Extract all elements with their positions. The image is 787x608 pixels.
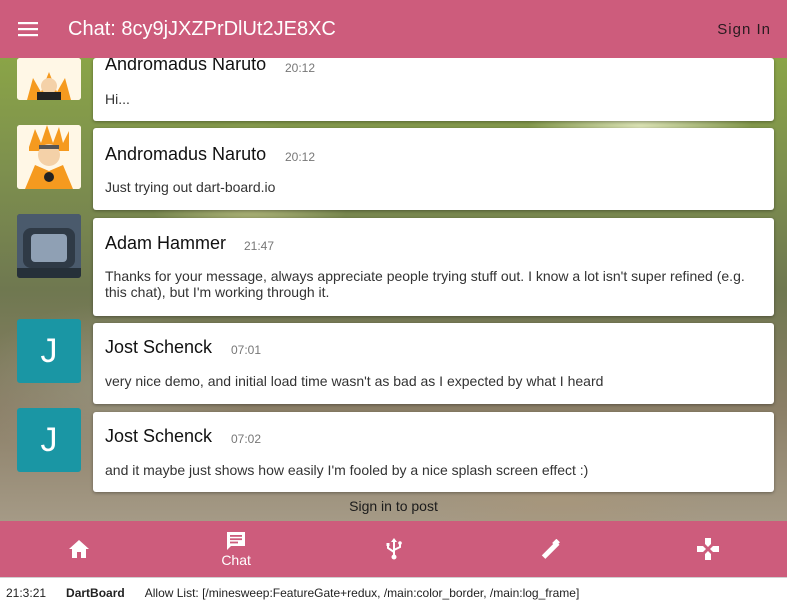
avatar: J [17, 319, 81, 383]
message-time: 07:01 [231, 343, 262, 357]
message-author: Jost Schenck [105, 337, 213, 357]
nav-chat[interactable]: Chat [157, 521, 314, 577]
status-bar: 21:3:21 DartBoard Allow List: [/mineswee… [0, 577, 787, 608]
nav-home[interactable] [0, 521, 157, 577]
message-text: Hi... [105, 91, 130, 107]
wand-icon [541, 539, 560, 559]
message-time: 07:02 [231, 432, 262, 446]
nav-usb[interactable] [315, 521, 472, 577]
message-card: Jost Schenck 07:01 very nice demo, and i… [93, 323, 774, 404]
sign-in-to-post-link[interactable]: Sign in to post [0, 498, 787, 514]
message-card: Jost Schenck 07:02 and it maybe just sho… [93, 412, 774, 492]
status-app-name: DartBoard [66, 586, 125, 600]
sign-in-button[interactable]: Sign In [717, 21, 771, 38]
home-icon [68, 540, 89, 558]
usb-icon [386, 538, 402, 560]
message-time: 21:47 [244, 239, 275, 253]
message-author: Jost Schenck [105, 426, 213, 446]
nav-chat-label: Chat [221, 551, 251, 568]
naruto-avatar [17, 125, 81, 189]
message-card: Adam Hammer 21:47 Thanks for your messag… [93, 218, 774, 316]
chat-background: Andromadus Naruto 20:12 Hi... Andromadus… [0, 58, 787, 521]
status-allow-list: Allow List: [/minesweep:FeatureGate+redu… [144, 586, 580, 600]
chat-icon [227, 531, 246, 550]
message-text: Thanks for your message, always apprecia… [105, 268, 745, 300]
message-author: Adam Hammer [105, 233, 227, 253]
adam-avatar [17, 214, 81, 278]
message-card: Andromadus Naruto 20:12 Hi... [93, 58, 774, 121]
menu-icon [18, 22, 38, 37]
message-text: and it maybe just shows how easily I'm f… [105, 462, 589, 478]
nav-gamepad[interactable] [630, 521, 787, 577]
nav-wand[interactable] [472, 521, 629, 577]
app-bar: Chat: 8cy9jJXZPrDlUt2JE8XC Sign In [0, 0, 787, 58]
avatar: J [17, 408, 81, 472]
message-author: Andromadus Naruto [105, 144, 267, 164]
message-card: Andromadus Naruto 20:12 Just trying out … [93, 128, 774, 210]
message-author: Andromadus Naruto [105, 58, 267, 74]
bottom-navigation: Chat [0, 521, 787, 577]
message-time: 20:12 [285, 61, 316, 75]
gamepad-icon [697, 538, 720, 560]
message-text: very nice demo, and initial load time wa… [105, 373, 604, 389]
menu-button[interactable] [0, 0, 56, 58]
page-title: Chat: 8cy9jJXZPrDlUt2JE8XC [68, 17, 336, 40]
status-time: 21:3:21 [6, 586, 47, 600]
message-text: Just trying out dart-board.io [105, 179, 276, 195]
naruto-avatar [17, 58, 81, 100]
message-time: 20:12 [285, 150, 316, 164]
